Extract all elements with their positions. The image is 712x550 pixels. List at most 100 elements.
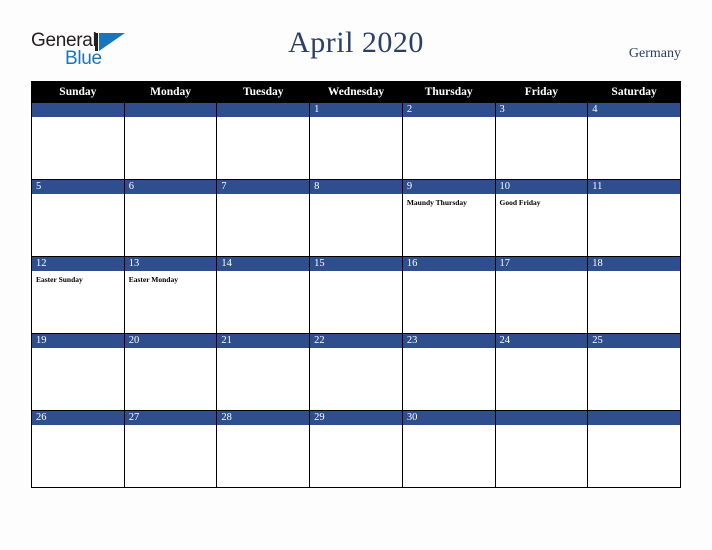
day-cell-content: 30: [402, 411, 495, 487]
day-number: 20: [124, 334, 217, 348]
calendar-week-row: 5 6 7 8 9 Maundy Thursday 10 Good Friday 11: [31, 179, 681, 257]
calendar-day-cell[interactable]: 25: [587, 333, 681, 411]
day-number: [32, 103, 124, 117]
calendar-day-cell[interactable]: [216, 102, 311, 180]
day-number: 10: [495, 180, 588, 194]
calendar-day-cell[interactable]: 21: [216, 333, 311, 411]
calendar-day-cell[interactable]: 13 Easter Monday: [123, 256, 218, 334]
calendar-day-cell[interactable]: 8: [309, 179, 403, 257]
day-number: 11: [588, 180, 680, 194]
weekday-header-saturday: Saturday: [587, 81, 681, 103]
calendar-day-cell[interactable]: 6: [123, 179, 218, 257]
day-cell-content: 17: [495, 257, 588, 333]
day-number: 8: [310, 180, 402, 194]
day-cell-content: [124, 103, 217, 179]
calendar-day-cell[interactable]: 23: [401, 333, 496, 411]
calendar-day-cell[interactable]: 5: [31, 179, 125, 257]
day-number: [217, 103, 310, 117]
calendar-day-cell[interactable]: [31, 102, 125, 180]
day-cell-content: 24: [495, 334, 588, 410]
day-cell-content: 28: [217, 411, 310, 487]
day-number: 3: [495, 103, 588, 117]
weekday-header-row: Sunday Monday Tuesday Wednesday Thursday…: [31, 81, 681, 103]
day-number: [588, 411, 680, 425]
day-number: 9: [402, 180, 495, 194]
day-number: 7: [217, 180, 310, 194]
calendar-day-cell[interactable]: 3: [494, 102, 589, 180]
day-cell-content: 23: [402, 334, 495, 410]
calendar-day-cell[interactable]: 12 Easter Sunday: [31, 256, 125, 334]
calendar-day-cell[interactable]: 1: [309, 102, 403, 180]
day-number: 14: [217, 257, 310, 271]
day-number: 21: [217, 334, 310, 348]
calendar-day-cell[interactable]: 9 Maundy Thursday: [401, 179, 496, 257]
day-cell-content: 10 Good Friday: [495, 180, 588, 256]
calendar-day-cell[interactable]: 16: [401, 256, 496, 334]
calendar-day-cell[interactable]: 29: [309, 410, 403, 488]
calendar-day-cell[interactable]: 7: [216, 179, 311, 257]
weekday-header-monday: Monday: [123, 81, 218, 103]
calendar-day-cell[interactable]: [587, 410, 681, 488]
calendar-day-cell[interactable]: 30: [401, 410, 496, 488]
calendar-day-cell[interactable]: 26: [31, 410, 125, 488]
day-number: 4: [588, 103, 680, 117]
calendar-day-cell[interactable]: [123, 102, 218, 180]
day-cell-content: 5: [32, 180, 124, 256]
calendar-day-cell[interactable]: 2: [401, 102, 496, 180]
calendar-day-cell[interactable]: [494, 410, 589, 488]
day-cell-content: 13 Easter Monday: [124, 257, 217, 333]
day-number: 13: [124, 257, 217, 271]
calendar-day-cell[interactable]: 27: [123, 410, 218, 488]
calendar-day-cell[interactable]: 4: [587, 102, 681, 180]
day-cell-content: 27: [124, 411, 217, 487]
day-cell-content: 3: [495, 103, 588, 179]
calendar-day-cell[interactable]: 15: [309, 256, 403, 334]
day-number: 29: [310, 411, 402, 425]
holiday-label: Easter Monday: [128, 275, 178, 284]
day-number: 5: [32, 180, 124, 194]
day-cell-content: 15: [310, 257, 402, 333]
day-number: [495, 411, 588, 425]
day-number: 12: [32, 257, 124, 271]
day-number: 26: [32, 411, 124, 425]
weekday-header-thursday: Thursday: [401, 81, 496, 103]
holiday-label: Good Friday: [499, 198, 541, 207]
day-cell-content: 11: [588, 180, 680, 256]
calendar-day-cell[interactable]: 20: [123, 333, 218, 411]
calendar-table: Sunday Monday Tuesday Wednesday Thursday…: [31, 81, 681, 488]
day-number: 18: [588, 257, 680, 271]
weekday-header-friday: Friday: [494, 81, 589, 103]
day-cell-content: 16: [402, 257, 495, 333]
day-number: 6: [124, 180, 217, 194]
day-cell-content: [588, 411, 680, 487]
calendar-day-cell[interactable]: 17: [494, 256, 589, 334]
calendar-day-cell[interactable]: 18: [587, 256, 681, 334]
weekday-header-wednesday: Wednesday: [309, 81, 403, 103]
calendar-header-row-group: Sunday Monday Tuesday Wednesday Thursday…: [31, 81, 681, 103]
day-number: 23: [402, 334, 495, 348]
day-number: [124, 103, 217, 117]
day-cell-content: 14: [217, 257, 310, 333]
day-number: 16: [402, 257, 495, 271]
calendar-day-cell[interactable]: 11: [587, 179, 681, 257]
day-number: 28: [217, 411, 310, 425]
calendar-day-cell[interactable]: 24: [494, 333, 589, 411]
weekday-header-tuesday: Tuesday: [216, 81, 311, 103]
holiday-label: Easter Sunday: [36, 275, 83, 284]
calendar-day-cell[interactable]: 28: [216, 410, 311, 488]
day-cell-content: 2: [402, 103, 495, 179]
calendar-day-cell[interactable]: 19: [31, 333, 125, 411]
calendar-day-cell[interactable]: 10 Good Friday: [494, 179, 589, 257]
calendar-day-cell[interactable]: 22: [309, 333, 403, 411]
day-cell-content: [217, 103, 310, 179]
day-cell-content: 29: [310, 411, 402, 487]
day-number: 2: [402, 103, 495, 117]
day-cell-content: 9 Maundy Thursday: [402, 180, 495, 256]
day-number: 17: [495, 257, 588, 271]
weekday-header-sunday: Sunday: [31, 81, 125, 103]
calendar-day-cell[interactable]: 14: [216, 256, 311, 334]
page-header: General Blue April 2020 Germany: [0, 0, 712, 81]
day-cell-content: 19: [32, 334, 124, 410]
holiday-label: Maundy Thursday: [406, 198, 467, 207]
day-cell-content: 26: [32, 411, 124, 487]
